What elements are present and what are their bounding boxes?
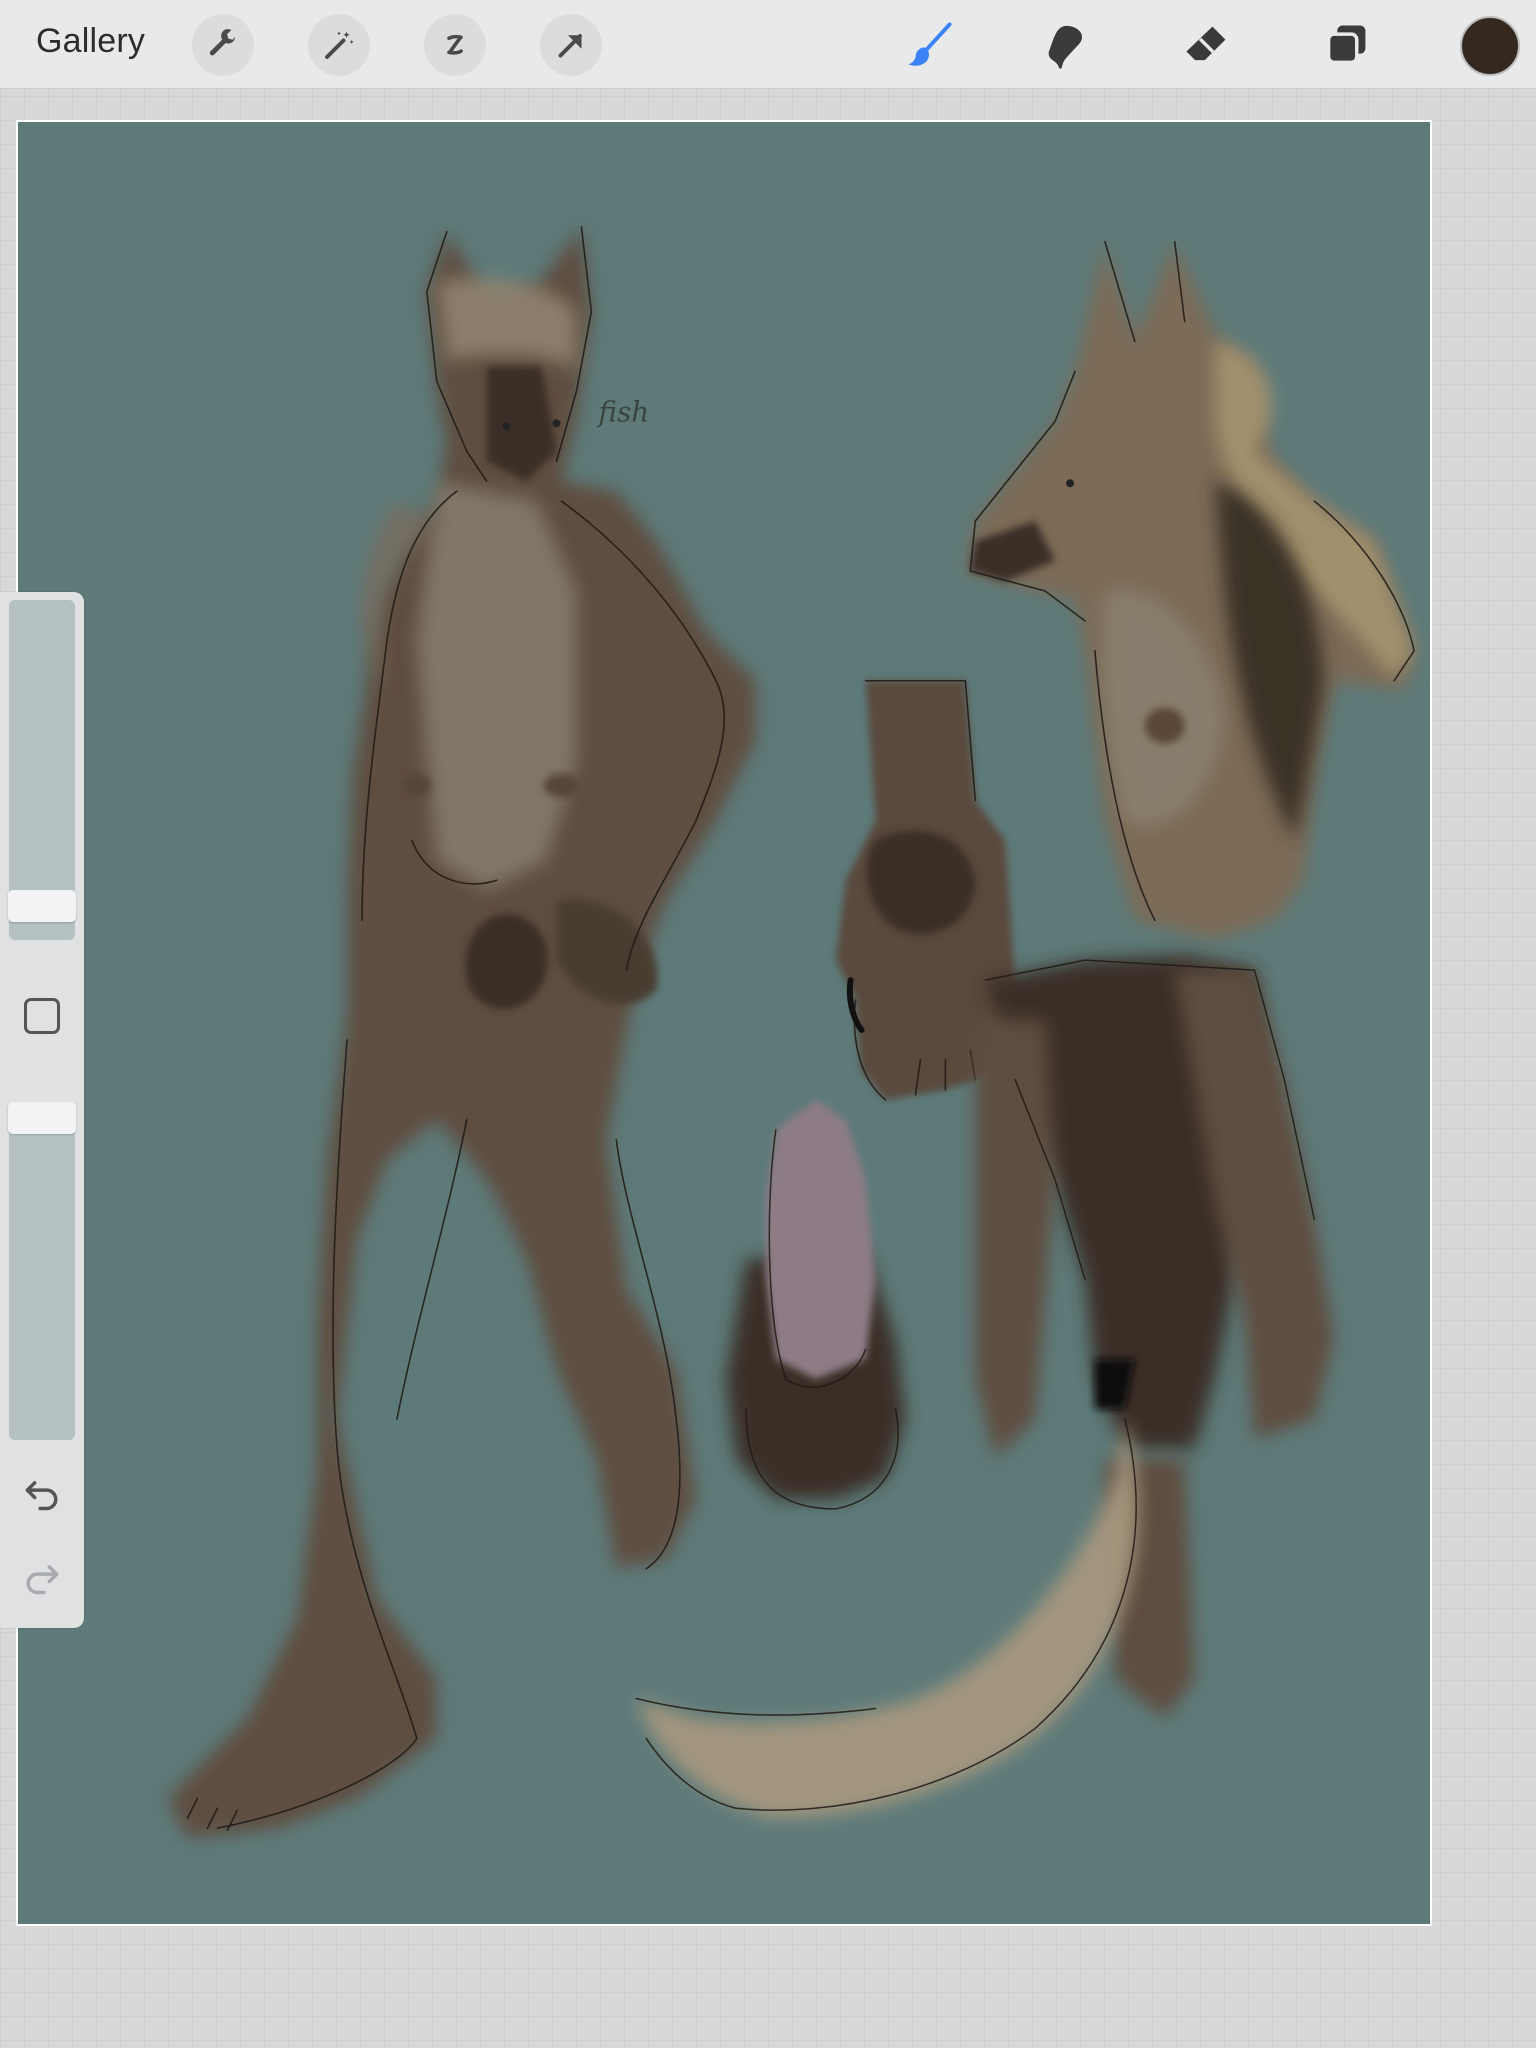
eraser-tool[interactable]: [1176, 14, 1238, 76]
drawing-canvas[interactable]: fish: [16, 120, 1432, 1926]
actions-button[interactable]: [192, 14, 254, 76]
transform-button[interactable]: [540, 14, 602, 76]
modify-square-icon[interactable]: [24, 998, 60, 1034]
top-toolbar: Gallery: [0, 0, 1536, 89]
gallery-button[interactable]: Gallery: [36, 22, 145, 61]
layers-tool[interactable]: [1316, 14, 1378, 76]
selection-icon: [447, 34, 463, 55]
opacity-slider[interactable]: [8, 1102, 76, 1440]
undo-icon[interactable]: [20, 1470, 64, 1514]
brush-icon: [908, 22, 952, 66]
color-swatch[interactable]: [1460, 16, 1520, 76]
transform-arrow-icon: [558, 34, 582, 58]
eraser-icon: [1186, 26, 1226, 61]
left-sidebar: [0, 592, 84, 1628]
smudge-icon: [1048, 25, 1082, 69]
smudge-tool[interactable]: [1038, 14, 1100, 76]
brush-tool[interactable]: [898, 14, 960, 76]
redo-icon[interactable]: [20, 1554, 64, 1598]
layers-icon: [1326, 25, 1366, 65]
brush-size-thumb[interactable]: [8, 890, 76, 922]
magic-wand-icon: [325, 31, 354, 59]
brush-size-slider[interactable]: [8, 600, 76, 940]
wrench-icon: [209, 29, 236, 56]
fish-annotation: fish: [596, 395, 649, 428]
adjustments-button[interactable]: [308, 14, 370, 76]
selection-button[interactable]: [424, 14, 486, 76]
artwork: fish: [18, 122, 1430, 1924]
opacity-thumb[interactable]: [8, 1102, 76, 1134]
